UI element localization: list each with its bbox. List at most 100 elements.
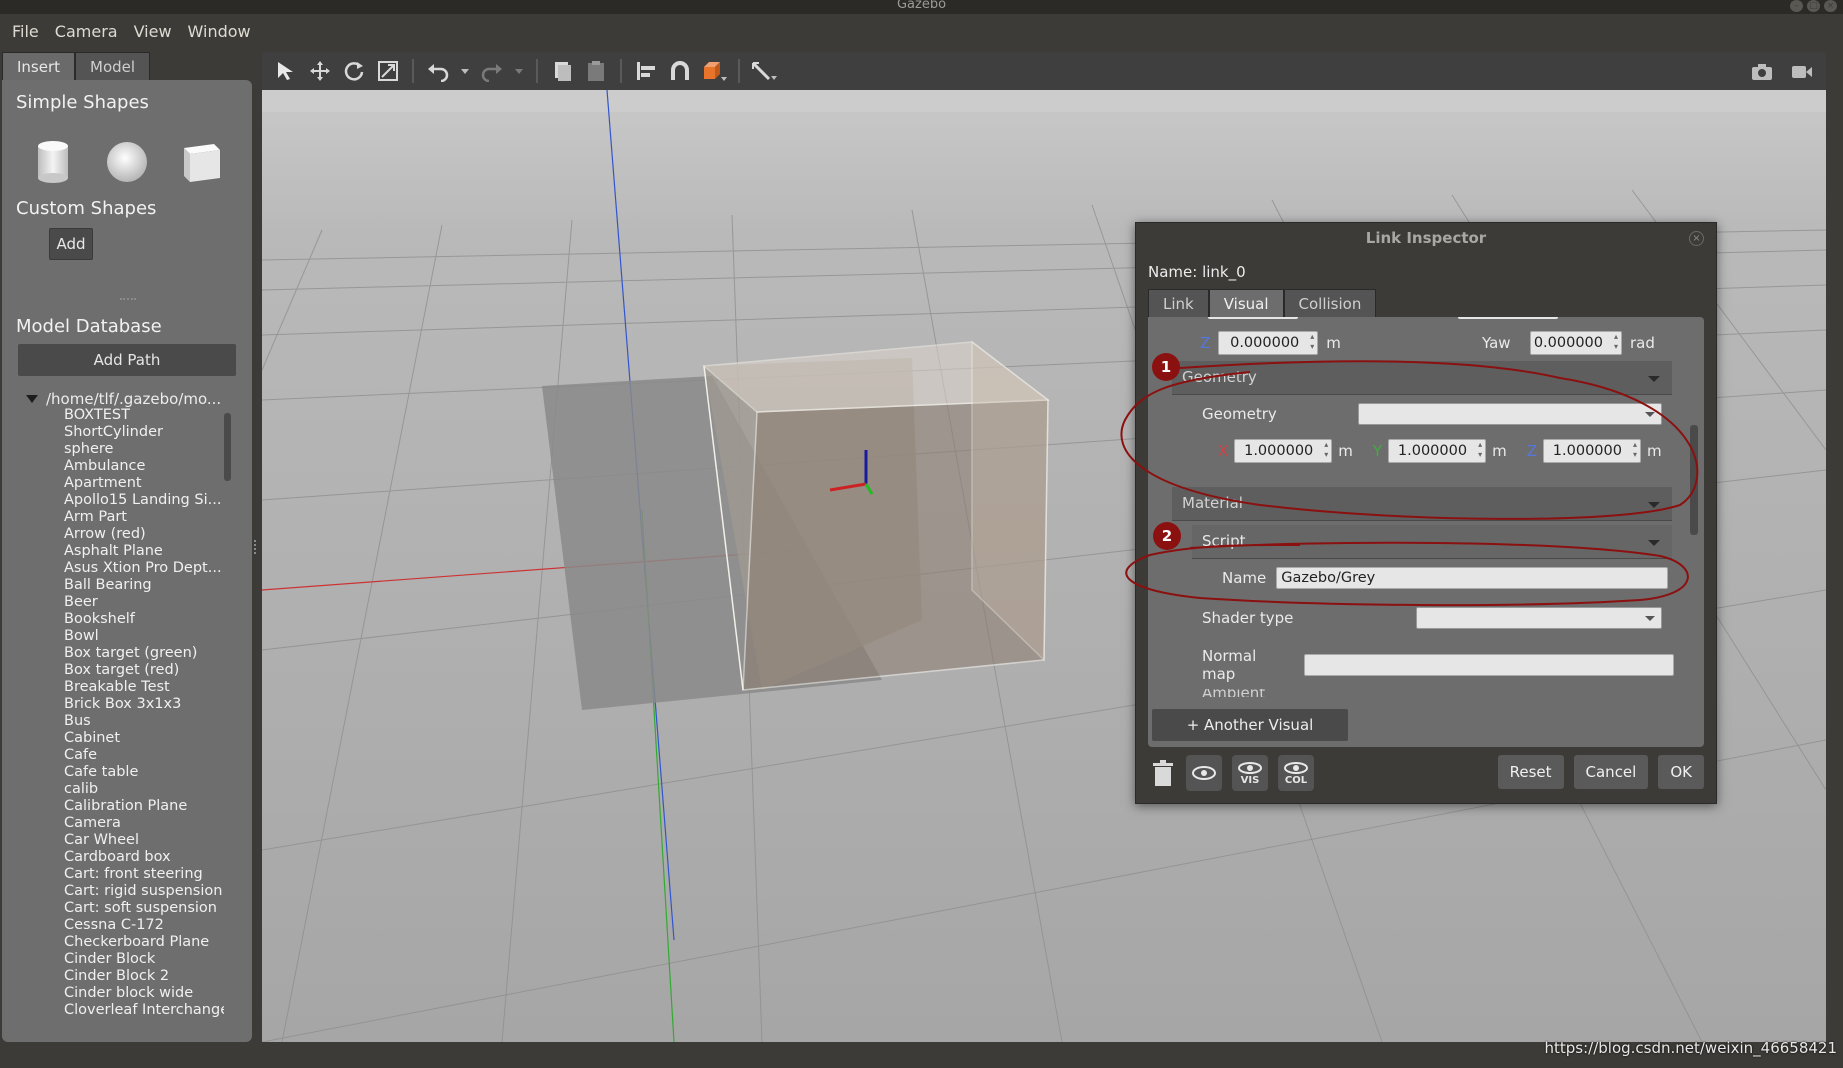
paste-icon[interactable]	[582, 57, 610, 85]
tab-model[interactable]: Model	[75, 52, 151, 80]
add-custom-shape-button[interactable]: Add	[49, 228, 93, 260]
list-item[interactable]: BOXTEST	[64, 407, 224, 424]
box-icon[interactable]	[180, 140, 224, 188]
show-visual-collision-button[interactable]	[1186, 755, 1222, 791]
material-section-header[interactable]: Material	[1172, 487, 1672, 521]
pose-z-input[interactable]: 0.000000	[1218, 331, 1319, 355]
list-item[interactable]: Car Wheel	[64, 832, 224, 849]
select-arrow-icon[interactable]	[272, 57, 300, 85]
record-icon[interactable]	[1788, 58, 1816, 86]
normal-map-input[interactable]	[1304, 654, 1674, 676]
list-item[interactable]: Asphalt Plane	[64, 543, 224, 560]
size-z-input[interactable]: 1.000000	[1542, 439, 1641, 463]
chevron-down-icon[interactable]	[1648, 376, 1660, 382]
pose-yaw-input[interactable]: 0.000000	[1530, 331, 1622, 355]
list-item[interactable]: Camera	[64, 815, 224, 832]
list-item[interactable]: Arm Part	[64, 509, 224, 526]
list-item[interactable]: Cafe table	[64, 764, 224, 781]
list-item[interactable]: Checkerboard Plane	[64, 934, 224, 951]
list-item[interactable]: Brick Box 3x1x3	[64, 696, 224, 713]
measure-icon[interactable]	[750, 57, 778, 85]
chevron-down-icon[interactable]	[1648, 540, 1660, 546]
list-item[interactable]: calib	[64, 781, 224, 798]
list-item[interactable]: Bookshelf	[64, 611, 224, 628]
close-icon[interactable]: ×	[1689, 231, 1704, 246]
list-item[interactable]: Apollo15 Landing Si...	[64, 492, 224, 509]
maximize-icon[interactable]: □	[1807, 0, 1820, 12]
list-item[interactable]: Cart: soft suspension	[64, 900, 224, 917]
panel-splitter[interactable]	[120, 298, 136, 300]
undo-history-chevron-icon[interactable]	[458, 57, 472, 85]
rotate-icon[interactable]	[340, 57, 368, 85]
list-item[interactable]: Arrow (red)	[64, 526, 224, 543]
trash-icon[interactable]	[1150, 755, 1176, 791]
add-path-button[interactable]: Add Path	[18, 344, 236, 376]
model-list-scrollbar[interactable]	[224, 413, 231, 481]
list-item[interactable]: Calibration Plane	[64, 798, 224, 815]
menu-window[interactable]: Window	[180, 22, 259, 41]
minimize-icon[interactable]: –	[1790, 0, 1803, 12]
list-item[interactable]: Box target (green)	[64, 645, 224, 662]
tab-link[interactable]: Link	[1148, 289, 1209, 317]
list-item[interactable]: Ball Bearing	[64, 577, 224, 594]
list-item[interactable]: Cessna C-172	[64, 917, 224, 934]
menu-file[interactable]: File	[4, 22, 47, 41]
chevron-down-icon[interactable]	[26, 395, 38, 403]
list-item[interactable]: Asus Xtion Pro Dept...	[64, 560, 224, 577]
list-item[interactable]: Box target (red)	[64, 662, 224, 679]
size-x-input[interactable]: 1.000000	[1234, 439, 1333, 463]
view-angle-icon[interactable]	[700, 57, 728, 85]
translate-icon[interactable]	[306, 57, 334, 85]
list-item[interactable]: sphere	[64, 441, 224, 458]
list-item[interactable]: Cart: rigid suspension	[64, 883, 224, 900]
tab-insert[interactable]: Insert	[2, 52, 76, 80]
sphere-icon[interactable]	[106, 140, 148, 188]
menu-camera[interactable]: Camera	[47, 22, 126, 41]
ok-button[interactable]: OK	[1658, 755, 1704, 789]
list-item[interactable]: Cart: front steering	[64, 866, 224, 883]
shader-type-select[interactable]	[1416, 607, 1662, 629]
list-item[interactable]: Apartment	[64, 475, 224, 492]
list-item[interactable]: Cabinet	[64, 730, 224, 747]
snap-icon[interactable]	[666, 57, 694, 85]
chevron-down-icon[interactable]	[1648, 502, 1660, 508]
list-item[interactable]: ShortCylinder	[64, 424, 224, 441]
list-item[interactable]: Cinder block wide	[64, 985, 224, 1002]
script-name-input[interactable]: Gazebo/Grey	[1276, 567, 1669, 589]
menu-view[interactable]: View	[126, 22, 180, 41]
show-collision-button[interactable]: COL	[1278, 755, 1314, 791]
tab-collision[interactable]: Collision	[1283, 289, 1377, 317]
list-item[interactable]: Cinder Block 2	[64, 968, 224, 985]
tab-visual[interactable]: Visual	[1208, 289, 1284, 317]
screenshot-icon[interactable]	[1748, 58, 1776, 86]
vertical-splitter[interactable]	[254, 540, 257, 554]
align-icon[interactable]	[632, 57, 660, 85]
cylinder-icon[interactable]	[36, 140, 70, 188]
tree-root[interactable]: /home/tlf/.gazebo/mo...	[26, 390, 221, 408]
script-section-header[interactable]: Script	[1192, 525, 1672, 559]
reset-button[interactable]: Reset	[1497, 755, 1564, 789]
list-item[interactable]: Cloverleaf Interchange	[64, 1002, 224, 1019]
list-item[interactable]: Ambulance	[64, 458, 224, 475]
list-item[interactable]: Breakable Test	[64, 679, 224, 696]
geometry-section-header[interactable]: Geometry	[1172, 361, 1672, 395]
list-item[interactable]: Bus	[64, 713, 224, 730]
name-value: link_0	[1202, 263, 1246, 281]
list-item[interactable]: Cafe	[64, 747, 224, 764]
visual-scrollbar[interactable]	[1690, 425, 1698, 535]
geometry-type-select[interactable]	[1358, 403, 1662, 425]
show-visual-button[interactable]: VIS	[1232, 755, 1268, 791]
size-y-input[interactable]: 1.000000	[1388, 439, 1487, 463]
copy-icon[interactable]	[548, 57, 576, 85]
close-icon[interactable]: ×	[1824, 0, 1837, 12]
list-item[interactable]: Cinder Block	[64, 951, 224, 968]
scale-icon[interactable]	[374, 57, 402, 85]
add-another-visual-button[interactable]: + Another Visual	[1152, 709, 1348, 741]
list-item[interactable]: Bowl	[64, 628, 224, 645]
list-item[interactable]: Beer	[64, 594, 224, 611]
cancel-button[interactable]: Cancel	[1573, 755, 1649, 789]
list-item[interactable]: Cardboard box	[64, 849, 224, 866]
redo-history-chevron-icon[interactable]	[512, 57, 526, 85]
redo-icon[interactable]	[478, 57, 506, 85]
undo-icon[interactable]	[424, 57, 452, 85]
